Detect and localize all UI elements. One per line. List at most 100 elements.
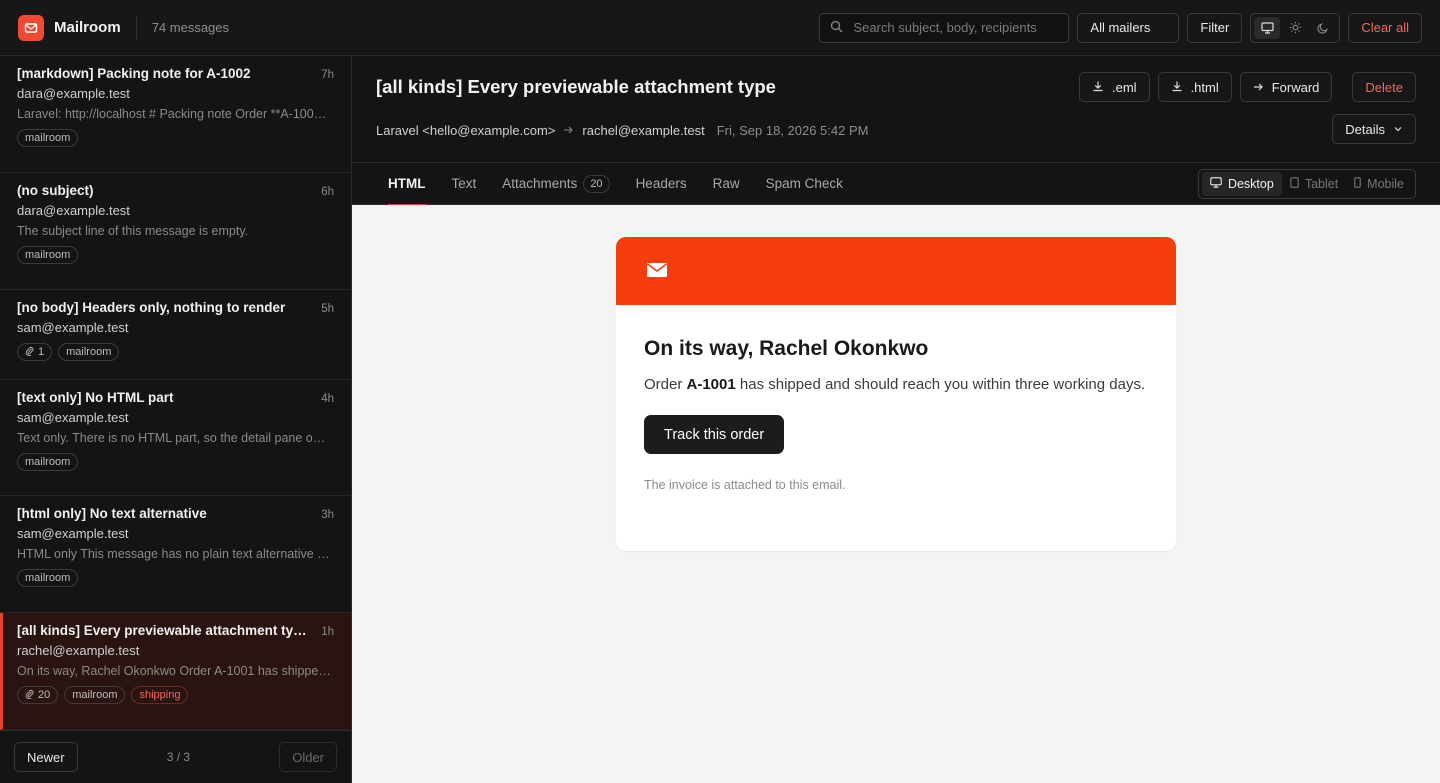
sun-icon[interactable]	[1282, 17, 1308, 39]
list-item-time: 7h	[321, 69, 334, 81]
list-item-subject: (no subject)	[17, 183, 94, 198]
order-id: A-1001	[686, 376, 736, 393]
attachment-count-badge: 1	[17, 343, 53, 361]
page-indicator: 3 / 3	[166, 750, 191, 764]
track-order-button[interactable]: Track this order	[644, 415, 785, 454]
list-item-time: 6h	[321, 186, 334, 198]
tab-headers-label: Headers	[635, 176, 687, 191]
arrow-right-icon	[1253, 80, 1264, 95]
download-eml-label: .eml	[1112, 79, 1137, 95]
tab-headers[interactable]: Headers	[636, 163, 687, 205]
sender: Laravel <hello@example.com>	[376, 123, 556, 138]
mailer-select[interactable]: All mailers	[1077, 12, 1180, 43]
list-item-from: sam@example.test	[17, 410, 129, 425]
device-tablet[interactable]: Tablet	[1282, 172, 1346, 196]
tab-attachments-label: Attachments	[502, 176, 578, 191]
list-item-subject: [text only] No HTML part	[17, 390, 174, 405]
search-box[interactable]	[819, 12, 1070, 43]
device-switcher: Desktop Tablet Mobile	[1197, 169, 1416, 199]
message-count: 74 messages	[151, 20, 230, 35]
list-item-subject: [html only] No text alternative	[17, 506, 207, 521]
app-title: Mailroom	[54, 19, 121, 36]
download-icon	[1171, 80, 1183, 95]
detail-actions: .eml .html Forward Delete	[1079, 72, 1416, 102]
tab-spam-label: Spam Check	[765, 176, 843, 191]
forward-label: Forward	[1271, 79, 1320, 95]
moon-icon[interactable]	[1310, 17, 1336, 39]
pagination: Newer 3 / 3 Older	[0, 730, 351, 783]
tablet-icon	[1290, 177, 1299, 191]
list-item-preview: On its way, Rachel Okonkwo Order A-1001 …	[17, 664, 332, 678]
chevron-down-icon	[1393, 122, 1403, 137]
download-eml-button[interactable]: .eml	[1079, 72, 1150, 102]
list-item[interactable]: [text only] No HTML part 4h sam@example.t…	[0, 380, 351, 496]
older-button[interactable]: Older	[279, 742, 337, 772]
delete-label: Delete	[1365, 79, 1403, 95]
tab-spam-check[interactable]: Spam Check	[766, 163, 843, 205]
recipient: rachel@example.test	[582, 123, 705, 138]
list-item-preview: Laravel: http://localhost # Packing note…	[17, 107, 332, 121]
list-item-selected[interactable]: [all kinds] Every previewable attachment…	[0, 613, 351, 730]
tag: mailroom	[17, 246, 79, 264]
paperclip-icon	[25, 346, 34, 359]
attachment-count: 20	[38, 689, 51, 701]
tag: mailroom	[58, 343, 120, 361]
device-mobile[interactable]: Mobile	[1346, 172, 1412, 196]
clear-all-label: Clear all	[1361, 20, 1409, 35]
tab-html[interactable]: HTML	[388, 163, 426, 206]
tag: mailroom	[17, 569, 79, 587]
detail-meta: Laravel <hello@example.com> rachel@examp…	[376, 123, 868, 138]
list-item-preview: HTML only This message has no plain text…	[17, 547, 332, 561]
list-item-subject: [all kinds] Every previewable attachment…	[17, 623, 307, 638]
list-item[interactable]: [markdown] Packing note for A-1002 7h dar…	[0, 56, 351, 173]
device-desktop[interactable]: Desktop	[1201, 172, 1282, 196]
email-body: Order A-1001 has shipped and should reac…	[644, 376, 1146, 393]
tab-text[interactable]: Text	[452, 163, 477, 205]
email-note: The invoice is attached to this email.	[644, 478, 846, 492]
track-order-label: Track this order	[664, 426, 765, 443]
search-input[interactable]	[853, 20, 1054, 35]
forward-button[interactable]: Forward	[1239, 72, 1333, 102]
download-html-label: .html	[1190, 79, 1219, 95]
tag: mailroom	[64, 686, 126, 704]
list-item-from: sam@example.test	[17, 320, 129, 335]
list-item[interactable]: [no body] Headers only, nothing to rende…	[0, 290, 351, 380]
search-icon	[830, 20, 843, 36]
download-html-button[interactable]: .html	[1157, 72, 1232, 102]
tab-raw[interactable]: Raw	[713, 163, 740, 205]
monitor-icon[interactable]	[1254, 16, 1281, 39]
older-label: Older	[292, 749, 324, 765]
email-heading: On its way, Rachel Okonkwo	[644, 337, 929, 360]
device-tablet-label: Tablet	[1304, 177, 1339, 191]
arrow-right-icon	[563, 123, 574, 138]
attachment-count: 1	[38, 346, 45, 358]
monitor-icon	[1210, 177, 1222, 191]
list-item-time: 5h	[321, 303, 334, 315]
device-mobile-label: Mobile	[1367, 177, 1404, 191]
mail-logo-icon	[18, 14, 44, 41]
filter-button[interactable]: Filter	[1187, 12, 1243, 43]
tab-raw-label: Raw	[712, 176, 740, 191]
device-desktop-label: Desktop	[1227, 177, 1274, 191]
email-banner	[616, 237, 1176, 305]
tab-html-label: HTML	[388, 176, 426, 191]
details-button[interactable]: Details	[1332, 114, 1416, 144]
attachments-count-badge: 20	[583, 174, 610, 193]
attachment-count-badge: 20	[17, 686, 59, 704]
sent-date: Fri, Sep 18, 2026 5:42 PM	[716, 123, 869, 138]
tag: mailroom	[17, 453, 79, 471]
newer-button[interactable]: Newer	[14, 742, 78, 772]
tab-attachments[interactable]: Attachments 20	[502, 163, 610, 205]
list-item[interactable]: [html only] No text alternative 3h sam@ex…	[0, 496, 351, 613]
list-item[interactable]: (no subject) 6h dara@example.test The sub…	[0, 173, 351, 290]
clear-all-button[interactable]: Clear all	[1348, 12, 1422, 43]
message-list: [markdown] Packing note for A-1002 7h dar…	[0, 56, 352, 783]
paperclip-icon	[25, 689, 34, 702]
envelope-icon	[646, 262, 668, 281]
list-item-preview: The subject line of this message is empt…	[17, 224, 249, 238]
details-label: Details	[1345, 121, 1385, 137]
email-card: On its way, Rachel Okonkwo Order A-1001 …	[616, 237, 1176, 551]
list-item-from: dara@example.test	[17, 86, 130, 101]
delete-button[interactable]: Delete	[1352, 72, 1416, 102]
theme-switcher	[1250, 12, 1341, 43]
